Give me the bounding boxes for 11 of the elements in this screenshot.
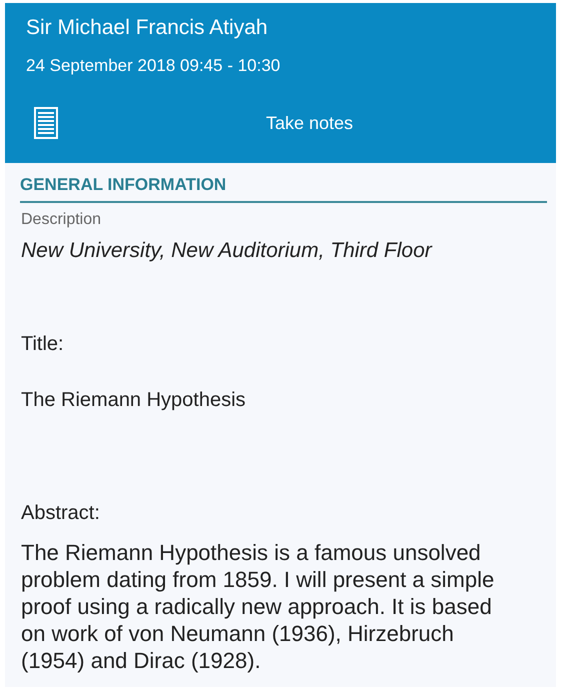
talk-title: The Riemann Hypothesis [21,389,247,412]
field-caption: Description [21,211,102,229]
notes-icon[interactable] [34,107,58,139]
event-title: Sir Michael Francis Atiyah [26,15,269,41]
field-label: Abstract: [21,502,101,525]
field-label: Title: [21,333,65,356]
location-text: New University, New Auditorium, Third Floor [21,239,434,263]
section-heading: GENERAL INFORMATION [20,163,547,203]
take-notes-button[interactable]: Take notes [258,108,362,138]
event-datetime: 24 September 2018 09:45 - 10:30 [26,55,282,77]
abstract-text: The Riemann Hypothesis is a famous unsolved problem dating from 1859. I will present a simple proof using a radically new approach. It is based on work of von Neumann (1936), Hirzebruch (1954) and Dirac (1928). [21,539,496,674]
